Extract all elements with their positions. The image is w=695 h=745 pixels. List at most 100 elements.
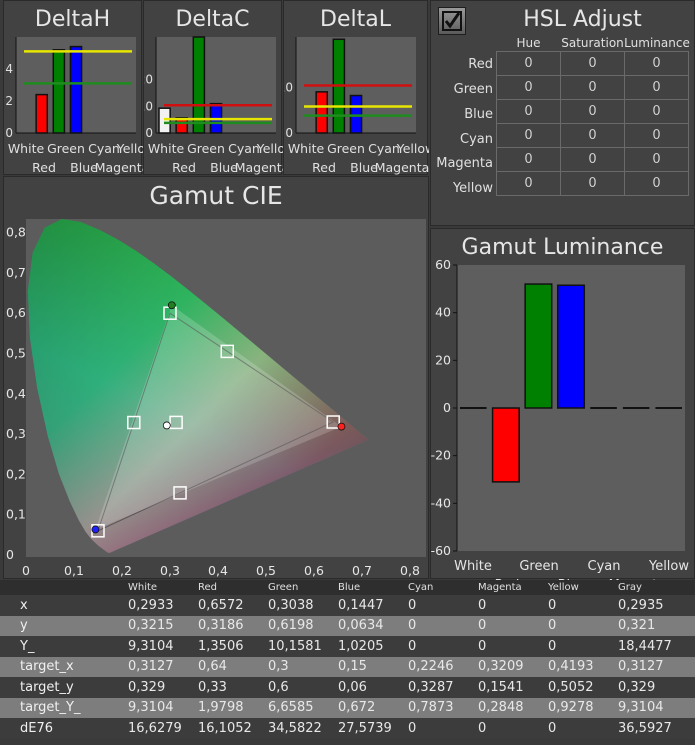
x-tick-label: Cyan xyxy=(88,141,120,156)
table-cell: 10,1581 xyxy=(264,636,334,657)
y-tick-label: 0,6 xyxy=(6,305,26,320)
hsl-cell[interactable]: 0 xyxy=(560,51,625,76)
table-cell: 0,3186 xyxy=(194,615,264,636)
hsl-cell[interactable]: 0 xyxy=(496,51,561,76)
x-tick-label: Magenta xyxy=(235,160,283,175)
x-tick-label: Red xyxy=(312,160,336,175)
x-tick-label: Green xyxy=(519,559,558,574)
hsl-cell[interactable]: 0 xyxy=(560,147,625,172)
table-cell: 9,3104 xyxy=(124,697,194,718)
table-cell: 0,3 xyxy=(264,656,334,677)
x-tick-label: Magenta xyxy=(375,160,429,175)
table-cell: 1,0205 xyxy=(334,636,404,657)
gamut-cie-panel: Gamut CIE 0,8 0,7 0,6 0,5 0,4 0,3 0,2 0,1 0 0 0,1 0… xyxy=(3,176,429,579)
y-tick-label: 0,3 xyxy=(6,426,26,441)
table-cell: 0 xyxy=(404,615,474,636)
x-tick-label: 0,6 xyxy=(304,563,324,578)
table-cell: 0 xyxy=(474,718,544,739)
hsl-cell[interactable]: 0 xyxy=(496,123,561,148)
x-tick-label: 0,1 xyxy=(64,563,84,578)
hsl-cell[interactable]: 0 xyxy=(624,51,689,76)
hsl-cell[interactable]: 0 xyxy=(560,171,625,196)
y-tick-label: 0,4 xyxy=(6,386,26,401)
deltac-panel: DeltaC 20100WhiteGreenCyanYellowRedBlueM… xyxy=(143,0,283,175)
hsl-cell[interactable]: 0 xyxy=(624,171,689,196)
hsl-row-label: Yellow xyxy=(452,181,493,196)
hsl-cell[interactable]: 0 xyxy=(624,75,689,100)
y-tick-label: 0 xyxy=(145,126,153,140)
hsl-cell[interactable]: 0 xyxy=(624,99,689,124)
x-tick-label: Cyan xyxy=(228,141,260,156)
deltac-chart: 20100WhiteGreenCyanYellowRedBlueMagenta xyxy=(144,36,283,175)
hsl-cell[interactable]: 0 xyxy=(496,171,561,196)
table-cell: 0,7873 xyxy=(404,697,474,718)
table-cell: 0,6198 xyxy=(264,615,334,636)
table-cell: 0,3127 xyxy=(614,656,695,677)
hsl-enable-checkbox[interactable] xyxy=(438,7,466,35)
hsl-cell[interactable]: 0 xyxy=(560,75,625,100)
table-row: y 0,3215 0,3186 0,6198 0,0634 0 0 0 0,321 xyxy=(0,615,695,636)
table-col-header: Magenta xyxy=(474,580,544,595)
table-cell: 0,3209 xyxy=(474,656,544,677)
hsl-cell[interactable]: 0 xyxy=(496,99,561,124)
x-tick-label: Green xyxy=(47,141,85,156)
table-cell: 36,5927 xyxy=(614,718,695,739)
y-tick-label: -40 xyxy=(431,495,451,510)
hsl-cell[interactable]: 0 xyxy=(624,147,689,172)
x-tick-label: 0 xyxy=(22,563,30,578)
measurement-table: White Red Green Blue Cyan Magenta Yellow… xyxy=(0,580,695,739)
table-row: target_y 0,329 0,33 0,6 0,06 0,3287 0,1541 0,5… xyxy=(0,677,695,698)
table-cell: 1,9798 xyxy=(194,697,264,718)
x-tick-label: Green xyxy=(187,141,225,156)
x-tick-label: Cyan xyxy=(588,559,621,574)
table-cell: 0 xyxy=(404,595,474,616)
bar-green xyxy=(52,49,66,134)
table-row: target_x 0,3127 0,64 0,3 0,15 0,2246 0,3209 0,… xyxy=(0,656,695,677)
x-tick-label: 0,7 xyxy=(352,563,372,578)
deltah-chart: 420WhiteGreenCyanYellowRedBlueMagenta xyxy=(5,37,143,175)
table-cell: 0,3215 xyxy=(124,615,194,636)
x-tick-label: 0,2 xyxy=(112,563,132,578)
x-tick-label: Yellow xyxy=(256,141,283,156)
hsl-cell[interactable]: 0 xyxy=(560,99,625,124)
table-cell: 0,329 xyxy=(124,677,194,698)
table-cell: 6,6585 xyxy=(264,697,334,718)
hsl-title: HSL Adjust xyxy=(523,7,642,32)
y-tick-label: 0,1 xyxy=(6,507,26,522)
y-tick-label: 0 xyxy=(5,126,13,140)
table-row: x 0,2933 0,6572 0,3038 0,1447 0 0 0 0,2935 xyxy=(0,595,695,616)
table-cell: 0 xyxy=(544,595,614,616)
hsl-row-label: Magenta xyxy=(436,156,493,171)
table-cell: 27,5739 xyxy=(334,718,404,739)
table-cell: 0,2848 xyxy=(474,697,544,718)
hsl-cell[interactable]: 0 xyxy=(624,123,689,148)
table-cell: 0,3038 xyxy=(264,595,334,616)
gamut-luminance-panel: Gamut Luminance 60 40 20 0 -20 -40 -60 White Gre… xyxy=(430,228,695,580)
bar-red xyxy=(35,93,49,134)
table-cell: 0,33 xyxy=(194,677,264,698)
table-cell: 0,2246 xyxy=(404,656,474,677)
table-cell: 0,321 xyxy=(614,615,695,636)
table-col-header: Green xyxy=(264,580,334,595)
hsl-col-luminance: Luminance xyxy=(624,36,690,50)
bar-blue xyxy=(349,94,363,134)
hsl-cell[interactable]: 0 xyxy=(560,123,625,148)
bar-blue xyxy=(69,45,83,134)
table-cell: 0 xyxy=(404,718,474,739)
table-row: dE76 16,6279 16,1052 34,5822 27,5739 0 0 0 36,5… xyxy=(0,718,695,739)
table-cell: 0,64 xyxy=(194,656,264,677)
deltal-chart: 100WhiteGreenCyanYellowRedBlueMagenta xyxy=(284,37,429,175)
y-tick-label: 2 xyxy=(5,94,13,108)
table-row-label: y xyxy=(0,615,124,636)
measured-marker xyxy=(91,525,100,534)
table-cell: 0,2935 xyxy=(614,595,695,616)
deltal-panel: DeltaL 100WhiteGreenCyanYellowRedBlueMag… xyxy=(283,0,429,175)
hsl-row-label: Red xyxy=(468,57,493,72)
hsl-cell[interactable]: 0 xyxy=(496,147,561,172)
x-tick-label: 0,5 xyxy=(256,563,276,578)
table-col-header: Yellow xyxy=(544,580,614,595)
table-cell: 0,0634 xyxy=(334,615,404,636)
x-tick-label: White xyxy=(8,141,45,156)
gamut-luminance-chart: 6040200-20-40-60WhiteGreenCyanYellowRedB… xyxy=(431,257,689,580)
hsl-cell[interactable]: 0 xyxy=(496,75,561,100)
